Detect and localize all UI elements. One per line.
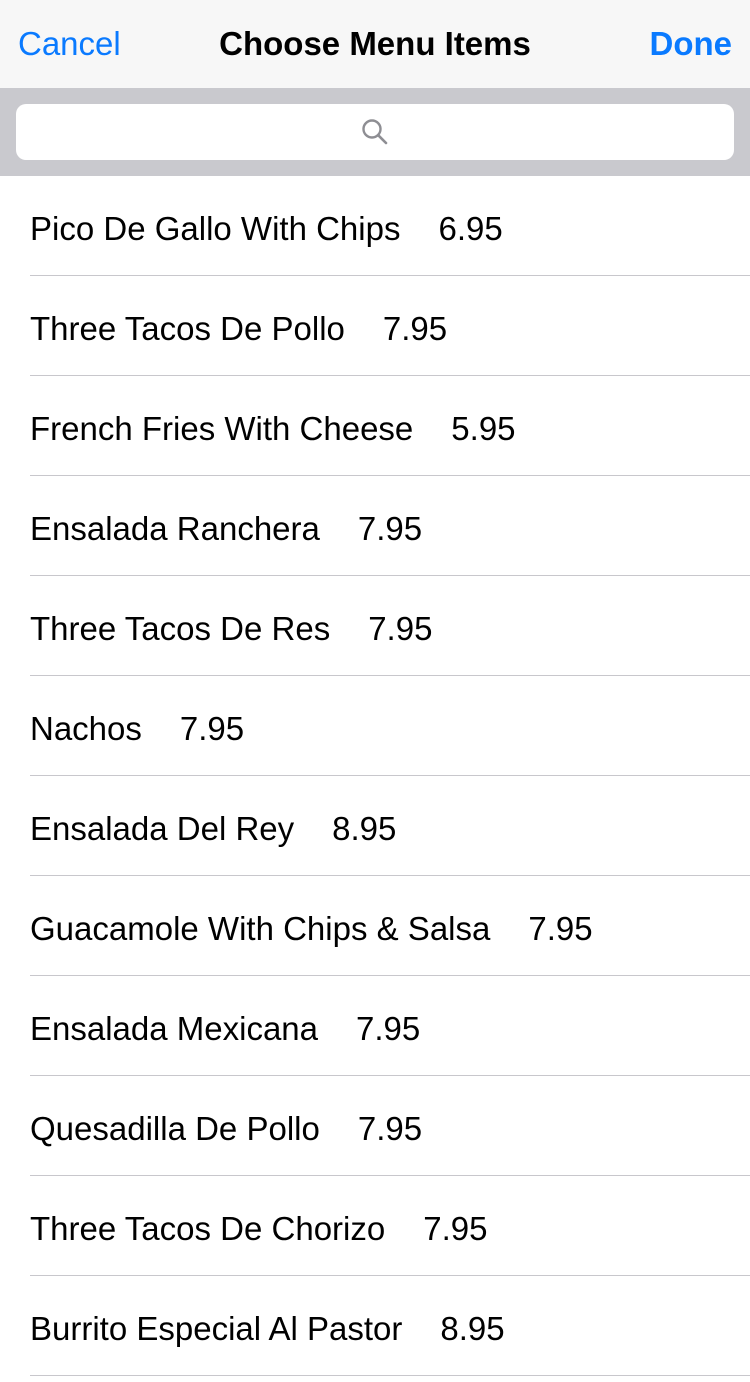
menu-item-name: Pico De Gallo With Chips (30, 210, 401, 247)
menu-item-price: 7.95 (357, 510, 423, 547)
menu-item-row[interactable]: Ensalada Mexicana 7.95 (0, 976, 750, 1076)
menu-item-text: Three Tacos De Chorizo 7.95 (30, 1176, 487, 1276)
menu-item-text: Ensalada Mexicana 7.95 (30, 976, 420, 1076)
navigation-bar: Cancel Choose Menu Items Done (0, 0, 750, 88)
menu-item-text: Three Tacos De Res 7.95 (30, 576, 432, 676)
menu-item-name: French Fries With Cheese (30, 410, 414, 447)
menu-item-row[interactable]: Nachos 7.95 (0, 676, 750, 776)
menu-item-row[interactable]: Pico De Gallo With Chips 6.95 (0, 176, 750, 276)
search-bar (0, 88, 750, 176)
menu-item-list: Pico De Gallo With Chips 6.95 Three Tacos … (0, 176, 750, 1376)
menu-item-price: 7.95 (368, 610, 433, 647)
menu-item-row[interactable]: Ensalada Ranchera 7.95 (0, 476, 750, 576)
menu-item-price: 7.95 (423, 1210, 488, 1247)
menu-item-text: French Fries With Cheese 5.95 (30, 376, 516, 476)
menu-item-row[interactable]: Three Tacos De Pollo 7.95 (0, 276, 750, 376)
menu-item-text: Ensalada Ranchera 7.95 (30, 476, 422, 576)
menu-item-price: 7.95 (357, 1110, 423, 1147)
menu-item-text: Guacamole With Chips & Salsa 7.95 (30, 876, 593, 976)
menu-item-price: 7.95 (179, 710, 245, 747)
menu-item-price: 7.95 (356, 1010, 421, 1047)
menu-item-name: Quesadilla De Pollo (30, 1110, 320, 1147)
done-button[interactable]: Done (650, 0, 733, 88)
menu-item-row[interactable]: Three Tacos De Chorizo 7.95 (0, 1176, 750, 1276)
menu-item-price: 8.95 (332, 810, 397, 847)
menu-item-name: Three Tacos De Res (30, 610, 331, 647)
menu-item-text: Nachos 7.95 (30, 676, 244, 776)
menu-item-text: Ensalada Del Rey 8.95 (30, 776, 396, 876)
menu-item-name: Burrito Especial Al Pastor (30, 1310, 403, 1347)
menu-item-name: Ensalada Ranchera (30, 510, 320, 547)
menu-item-name: Three Tacos De Pollo (30, 310, 345, 347)
menu-item-name: Three Tacos De Chorizo (30, 1210, 386, 1247)
menu-item-row[interactable]: Quesadilla De Pollo 7.95 (0, 1076, 750, 1176)
menu-item-name: Nachos (30, 710, 142, 747)
menu-item-text: Pico De Gallo With Chips 6.95 (30, 176, 503, 276)
row-separator (30, 1375, 750, 1376)
menu-item-price: 8.95 (440, 1310, 505, 1347)
menu-item-price: 7.95 (382, 310, 448, 347)
menu-item-price: 5.95 (451, 410, 516, 447)
menu-item-text: Three Tacos De Pollo 7.95 (30, 276, 447, 376)
menu-item-name: Ensalada Del Rey (30, 810, 295, 847)
menu-item-row[interactable]: Guacamole With Chips & Salsa 7.95 (0, 876, 750, 976)
search-icon (362, 119, 388, 145)
menu-item-row[interactable]: Burrito Especial Al Pastor 8.95 (0, 1276, 750, 1376)
cancel-button[interactable]: Cancel (18, 0, 121, 88)
menu-item-text: Burrito Especial Al Pastor 8.95 (30, 1276, 505, 1376)
menu-item-row[interactable]: Ensalada Del Rey 8.95 (0, 776, 750, 876)
menu-item-name: Ensalada Mexicana (30, 1010, 319, 1047)
menu-item-name: Guacamole With Chips & Salsa (30, 910, 491, 947)
menu-item-text: Quesadilla De Pollo 7.95 (30, 1076, 422, 1176)
menu-item-row[interactable]: Three Tacos De Res 7.95 (0, 576, 750, 676)
menu-item-row[interactable]: French Fries With Cheese 5.95 (0, 376, 750, 476)
menu-item-price: 7.95 (528, 910, 593, 947)
menu-item-price: 6.95 (438, 210, 503, 247)
search-input[interactable] (16, 104, 734, 160)
